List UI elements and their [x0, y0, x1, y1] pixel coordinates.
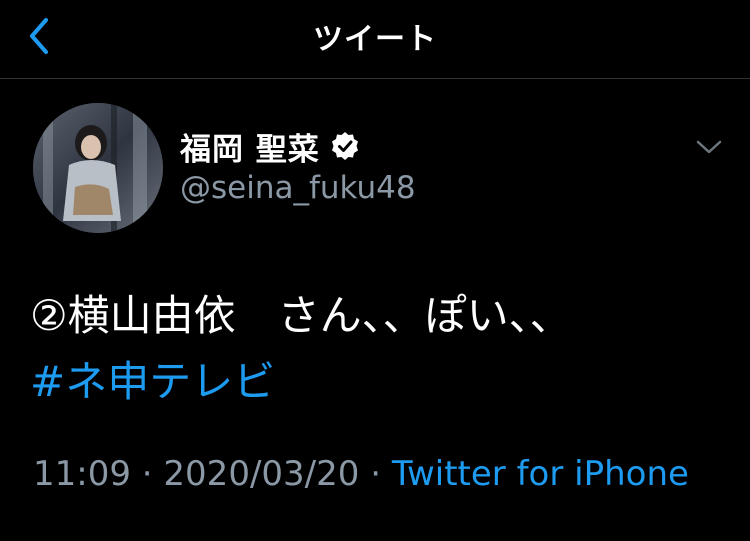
tweet-time: 11:09 [33, 454, 131, 494]
tweet-options-button[interactable] [692, 132, 726, 162]
top-bar: ツイート [0, 0, 750, 79]
display-name: 福岡 聖菜 [180, 131, 320, 168]
profile-photo [33, 103, 163, 233]
tweet-date: 2020/03/20 [163, 454, 360, 494]
tweet-text: ②横山由依 さん、、ぽい、、 #ネ申テレビ [30, 283, 730, 415]
user-handle[interactable]: @seina_fuku48 [180, 170, 416, 206]
tweet-metadata: 11:09 · 2020/03/20 · Twitter for iPhone [33, 454, 689, 494]
avatar[interactable] [33, 103, 163, 233]
chevron-down-icon [696, 140, 722, 154]
hashtag-link[interactable]: #ネ申テレビ [30, 349, 730, 415]
author-name-row[interactable]: 福岡 聖菜 [180, 124, 360, 168]
meta-separator: · [359, 454, 392, 494]
tweet-source-link[interactable]: Twitter for iPhone [392, 454, 689, 494]
verified-badge-icon [331, 132, 358, 160]
page-title: ツイート [313, 22, 437, 57]
tweet-body-text: ②横山由依 さん、、ぽい、、 [30, 291, 572, 340]
meta-separator: · [130, 454, 164, 494]
